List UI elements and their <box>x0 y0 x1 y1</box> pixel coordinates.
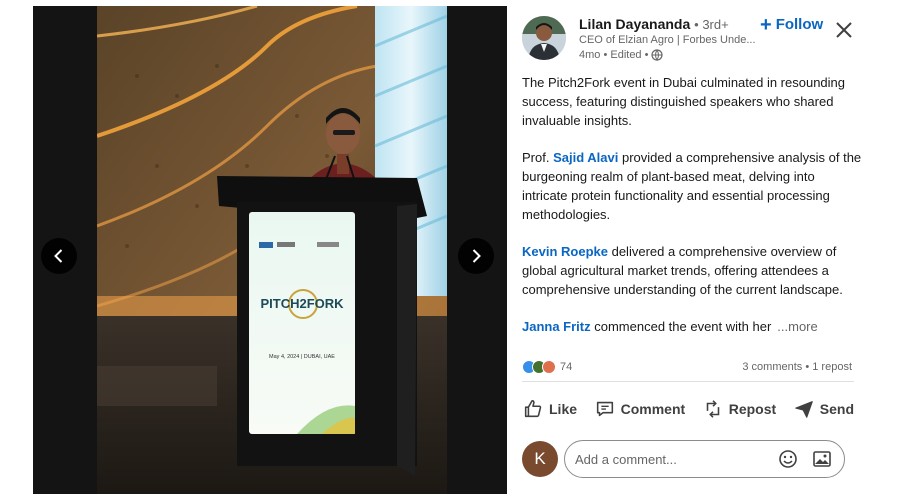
comment-input[interactable] <box>575 451 755 467</box>
social-actions: Like Comment Repost Send <box>522 394 854 424</box>
author-name-text[interactable]: Lilan Dayananda <box>579 16 690 32</box>
author-name[interactable]: Lilan Dayananda • 3rd+ <box>579 16 729 32</box>
previous-photo-button[interactable] <box>41 238 77 274</box>
close-icon[interactable] <box>834 20 854 40</box>
comment-button[interactable]: Comment <box>594 394 686 424</box>
thumbs-up-icon <box>524 399 542 418</box>
send-label: Send <box>819 401 854 417</box>
next-photo-button[interactable] <box>458 238 494 274</box>
post-paragraph-4: Janna Fritz commenced the event with her… <box>522 317 862 336</box>
mention-kevin-roepke[interactable]: Kevin Roepke <box>522 244 608 259</box>
reaction-icons[interactable] <box>522 360 556 374</box>
comment-label: Comment <box>620 401 686 417</box>
send-icon <box>794 401 813 418</box>
chevron-right-icon <box>472 249 481 263</box>
comment-box[interactable] <box>564 440 845 478</box>
post-paragraph-2: Prof. Sajid Alavi provided a comprehensi… <box>522 148 862 224</box>
reactions-bar: 74 3 comments • 1 repost <box>522 357 852 377</box>
author-headline: CEO of Elzian Agro | Forbes Unde... <box>579 34 756 46</box>
author-avatar[interactable] <box>522 16 566 60</box>
post-paragraph-3: Kevin Roepke delivered a comprehensive o… <box>522 242 862 299</box>
paragraph-text: Prof. <box>522 150 554 165</box>
comment-composer: K <box>522 440 852 478</box>
connection-degree: • 3rd+ <box>694 17 729 32</box>
repost-button[interactable]: Repost <box>702 394 776 424</box>
media-viewer: PITCH2FORK May 4, 2024 | DUBAI, UAE <box>33 6 507 494</box>
follow-label: Follow <box>775 16 824 33</box>
see-more-link[interactable]: ...more <box>777 319 817 334</box>
viewer-avatar[interactable]: K <box>522 441 558 477</box>
post-photo: PITCH2FORK May 4, 2024 | DUBAI, UAE <box>97 6 447 494</box>
podium-date: May 4, 2024 | DUBAI, UAE <box>269 354 335 360</box>
plus-icon: + <box>760 13 772 36</box>
comments-reposts-count[interactable]: 3 comments • 1 repost <box>742 361 852 373</box>
emoji-icon[interactable] <box>778 449 798 469</box>
divider <box>522 381 854 382</box>
repost-icon <box>706 400 720 418</box>
send-button[interactable]: Send <box>793 394 854 424</box>
chevron-left-icon <box>54 249 63 263</box>
post-meta-text: 4mo • Edited • <box>579 49 649 61</box>
follow-button[interactable]: + Follow <box>760 13 824 36</box>
post-paragraph-1: The Pitch2Fork event in Dubai culminated… <box>522 75 846 128</box>
repost-label: Repost <box>728 401 777 417</box>
paragraph-text: commenced the event with her <box>590 319 772 334</box>
mention-janna-fritz[interactable]: Janna Fritz <box>522 319 591 334</box>
like-button[interactable]: Like <box>522 394 577 424</box>
like-label: Like <box>549 401 578 417</box>
mention-sajid-alavi[interactable]: Sajid Alavi <box>553 150 618 165</box>
image-icon[interactable] <box>812 449 832 469</box>
post-meta: 4mo • Edited • <box>579 49 664 61</box>
reaction-count[interactable]: 74 <box>560 361 572 373</box>
post-panel: Lilan Dayananda • 3rd+ CEO of Elzian Agr… <box>514 0 900 501</box>
support-reaction-icon <box>542 360 556 374</box>
globe-icon <box>651 49 664 61</box>
podium-event-name: PITCH2FORK <box>260 296 344 311</box>
post-body: The Pitch2Fork event in Dubai culminated… <box>522 73 862 354</box>
comment-icon <box>596 401 613 417</box>
